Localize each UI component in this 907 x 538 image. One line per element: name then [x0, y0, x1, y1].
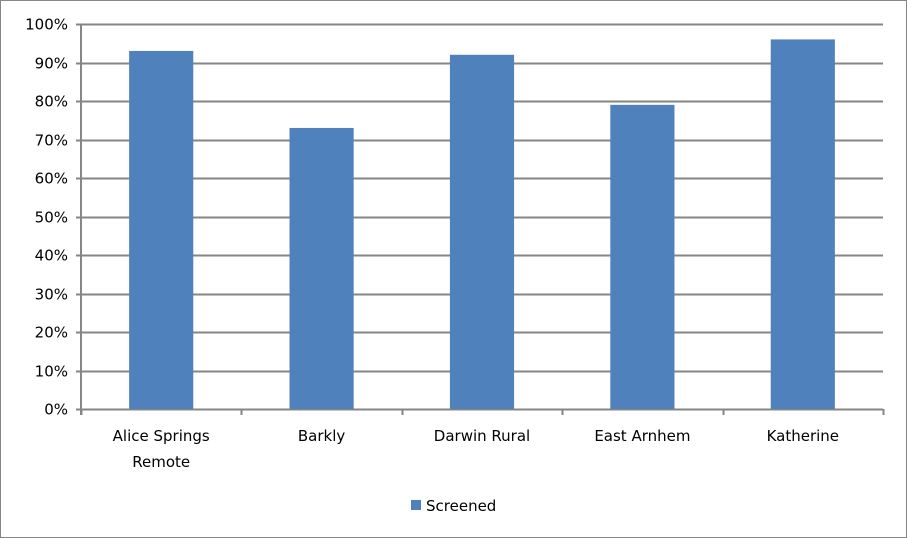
y-tick-label: 80% — [35, 93, 68, 111]
bar-screened — [129, 50, 194, 409]
y-tick-label: 0% — [44, 401, 68, 419]
bar-screened — [289, 127, 354, 409]
y-axis-ticks: 0% 10% 20% 30% 40% 50% 60% 70% 80% 90% 100% — [25, 16, 68, 419]
legend: Screened — [411, 497, 496, 515]
x-tick-label: Alice Springs Remote — [113, 427, 210, 471]
y-tick-label: 60% — [35, 170, 68, 188]
x-axis: Alice Springs Remote Barkly Darwin Rural Eas… — [80, 409, 885, 471]
y-tick-label: 20% — [35, 324, 68, 342]
x-tick-label: Barkly — [298, 427, 346, 445]
bars — [129, 39, 835, 410]
bar-chart: 0% 10% 20% 30% 40% 50% 60% 70% 80% 90% 100% Alice … — [25, 16, 885, 515]
y-tick-label: 70% — [35, 132, 68, 150]
legend-swatch — [411, 500, 421, 510]
y-tick-label: 10% — [35, 363, 68, 381]
x-tick-label: East Arnhem — [594, 427, 690, 445]
y-tick-label: 90% — [35, 55, 68, 73]
y-tick-label: 100% — [25, 16, 68, 34]
y-tick-label: 40% — [35, 247, 68, 265]
bar-screened — [770, 39, 835, 410]
bar-screened — [610, 104, 675, 409]
y-tick-label: 50% — [35, 209, 68, 227]
x-tick-label: Katherine — [767, 427, 839, 445]
legend-label: Screened — [426, 497, 496, 515]
bar-screened — [449, 54, 515, 410]
y-tick-label: 30% — [35, 286, 68, 304]
x-tick-label: Darwin Rural — [434, 427, 530, 445]
